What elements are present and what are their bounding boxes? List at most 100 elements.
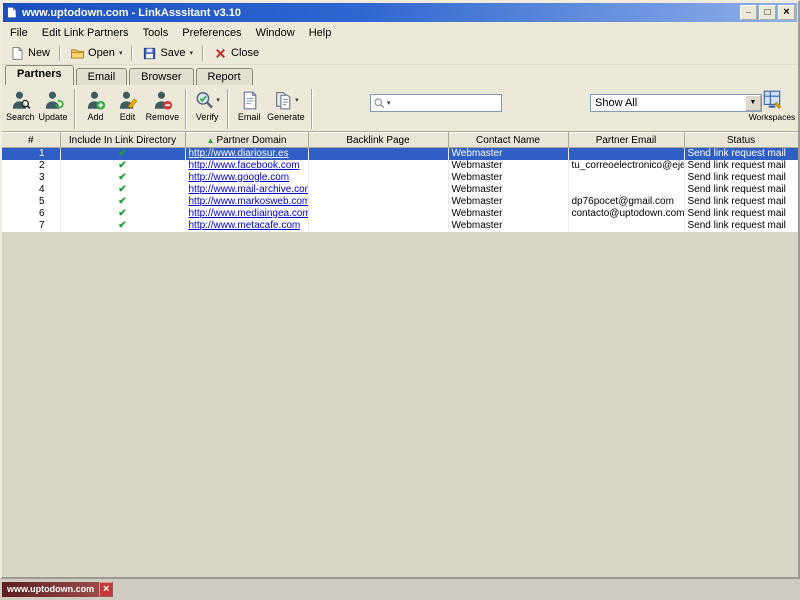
column-header-partner-domain[interactable]: ▲Partner Domain (185, 133, 308, 148)
search-input[interactable] (391, 98, 499, 109)
taskbar-item-label[interactable]: www.uptodown.com (2, 582, 99, 597)
email-doc-icon (239, 90, 260, 111)
include-cell[interactable]: ✔ (60, 208, 185, 220)
save-button[interactable]: Save▾ (137, 43, 198, 64)
table-row[interactable]: 2✔http://www.facebook.comWebmastertu_cor… (2, 160, 798, 172)
table-row[interactable]: 6✔http://www.mediaingea.comWebmastercont… (2, 208, 798, 220)
column-header-contact-name[interactable]: Contact Name (448, 133, 568, 148)
check-icon: ✔ (118, 196, 126, 207)
include-cell[interactable]: ✔ (60, 184, 185, 196)
minimize-button[interactable] (740, 5, 757, 20)
open-button[interactable]: Open▾ (65, 43, 127, 64)
include-cell[interactable]: ✔ (60, 160, 185, 172)
partner-email-cell: dp76pocet@gmail.com (568, 196, 684, 208)
backlink-page-cell (308, 148, 448, 161)
status-cell: Send link request mail (684, 220, 798, 232)
partner-domain-cell: http://www.facebook.com (185, 160, 308, 172)
tab-partners[interactable]: Partners (5, 65, 74, 85)
partner-domain-link[interactable]: http://www.google.com (189, 172, 290, 183)
email-button[interactable]: Email (233, 87, 265, 123)
filter-dropdown[interactable]: Show All ▼ (590, 94, 762, 112)
verify-button[interactable]: ▾Verify (191, 87, 223, 123)
button-label: Edit (120, 112, 136, 122)
toolbar-separator (74, 89, 76, 129)
table-area: # Include In Link Directory ▲Partner Domai… (2, 132, 798, 577)
update-button[interactable]: Update (37, 87, 70, 123)
column-header-num[interactable]: # (2, 133, 60, 148)
maximize-button[interactable] (759, 5, 776, 20)
menu-item-edit-link-partners[interactable]: Edit Link Partners (35, 25, 136, 41)
contact-name-cell: Webmaster (448, 220, 568, 232)
app-window: www.uptodown.com - LinkAsssitant v3.10 F… (0, 0, 800, 579)
person-update-icon (43, 90, 64, 111)
menu-item-window[interactable]: Window (249, 25, 302, 41)
partner-domain-link[interactable]: http://www.mediaingea.com (189, 208, 309, 219)
new-doc-icon (10, 46, 25, 61)
menu-item-file[interactable]: File (3, 25, 35, 41)
workspaces-label: Workspaces (749, 112, 796, 122)
dropdown-arrow-icon[interactable]: ▾ (216, 96, 220, 104)
column-label: Contact Name (476, 135, 540, 146)
partner-email-cell (568, 172, 684, 184)
new-button[interactable]: New (5, 43, 55, 64)
button-label: Generate (267, 112, 305, 122)
column-header-backlink-page[interactable]: Backlink Page (308, 133, 448, 148)
partner-domain-cell: http://www.mediaingea.com (185, 208, 308, 220)
person-search-icon (10, 90, 31, 111)
menu-item-tools[interactable]: Tools (136, 25, 176, 41)
dropdown-arrow-icon[interactable]: ▾ (119, 49, 123, 57)
dropdown-arrow-icon[interactable]: ▾ (295, 96, 299, 104)
table-row[interactable]: 5✔http://www.markosweb.comWebmasterdp76p… (2, 196, 798, 208)
partner-domain-link[interactable]: http://www.markosweb.com (189, 196, 309, 207)
tab-report[interactable]: Report (196, 68, 253, 85)
button-label: Update (39, 112, 68, 122)
taskbar-item[interactable]: www.uptodown.com (2, 582, 113, 597)
partner-domain-cell: http://www.mail-archive.com (185, 184, 308, 196)
title-bar[interactable]: www.uptodown.com - LinkAsssitant v3.10 (3, 3, 797, 22)
partner-email-cell: contacto@uptodown.com (568, 208, 684, 220)
partner-domain-link[interactable]: http://www.facebook.com (189, 160, 300, 171)
column-header-status[interactable]: Status (684, 133, 798, 148)
include-cell[interactable]: ✔ (60, 172, 185, 184)
tab-browser[interactable]: Browser (129, 68, 193, 85)
open-folder-icon (70, 46, 85, 61)
include-cell[interactable]: ✔ (60, 220, 185, 232)
menu-item-preferences[interactable]: Preferences (175, 25, 248, 41)
add-button[interactable]: Add (80, 87, 112, 123)
close-button[interactable] (778, 5, 795, 20)
include-cell[interactable]: ✔ (60, 148, 185, 161)
backlink-page-cell (308, 196, 448, 208)
menu-item-help[interactable]: Help (302, 25, 339, 41)
toolbar-separator (131, 45, 133, 61)
partner-domain-link[interactable]: http://www.metacafe.com (189, 220, 301, 231)
search-box[interactable]: ▾ (370, 94, 502, 112)
contact-name-cell: Webmaster (448, 184, 568, 196)
status-cell: Send link request mail (684, 184, 798, 196)
row-number-cell: 5 (2, 196, 60, 208)
table-row[interactable]: 7✔http://www.metacafe.comWebmasterSend l… (2, 220, 798, 232)
table-row[interactable]: 4✔http://www.mail-archive.comWebmasterSe… (2, 184, 798, 196)
check-icon: ✔ (118, 172, 126, 183)
table-row[interactable]: 3✔http://www.google.comWebmasterSend lin… (2, 172, 798, 184)
include-cell[interactable]: ✔ (60, 196, 185, 208)
generate-button[interactable]: ▾ Generate (265, 87, 307, 123)
table-row[interactable]: 1✔http://www.diariosur.esWebmasterSend l… (2, 148, 798, 161)
tab-email[interactable]: Email (76, 68, 128, 85)
taskbar-close-icon[interactable] (99, 582, 113, 597)
partner-domain-link[interactable]: http://www.diariosur.es (189, 148, 289, 159)
search-button[interactable]: Search (4, 87, 37, 123)
button-label: Add (88, 112, 104, 122)
column-label: Include In Link Directory (69, 135, 176, 146)
remove-button[interactable]: Remove (144, 87, 182, 123)
backlink-page-cell (308, 208, 448, 220)
column-header-include-in-link-directory[interactable]: Include In Link Directory (60, 133, 185, 148)
edit-button[interactable]: Edit (112, 87, 144, 123)
partner-domain-link[interactable]: http://www.mail-archive.com (189, 184, 309, 195)
dropdown-arrow-icon[interactable]: ▾ (190, 49, 194, 57)
workspaces-button[interactable]: Workspaces (748, 88, 796, 122)
partners-table: # Include In Link Directory ▲Partner Domai… (2, 132, 798, 232)
icon-wrap (117, 88, 138, 112)
column-header-partner-email[interactable]: Partner Email (568, 133, 684, 148)
file-toolbar: New Open▾ Save▾ Close (2, 42, 798, 65)
close-button[interactable]: Close (208, 43, 264, 64)
